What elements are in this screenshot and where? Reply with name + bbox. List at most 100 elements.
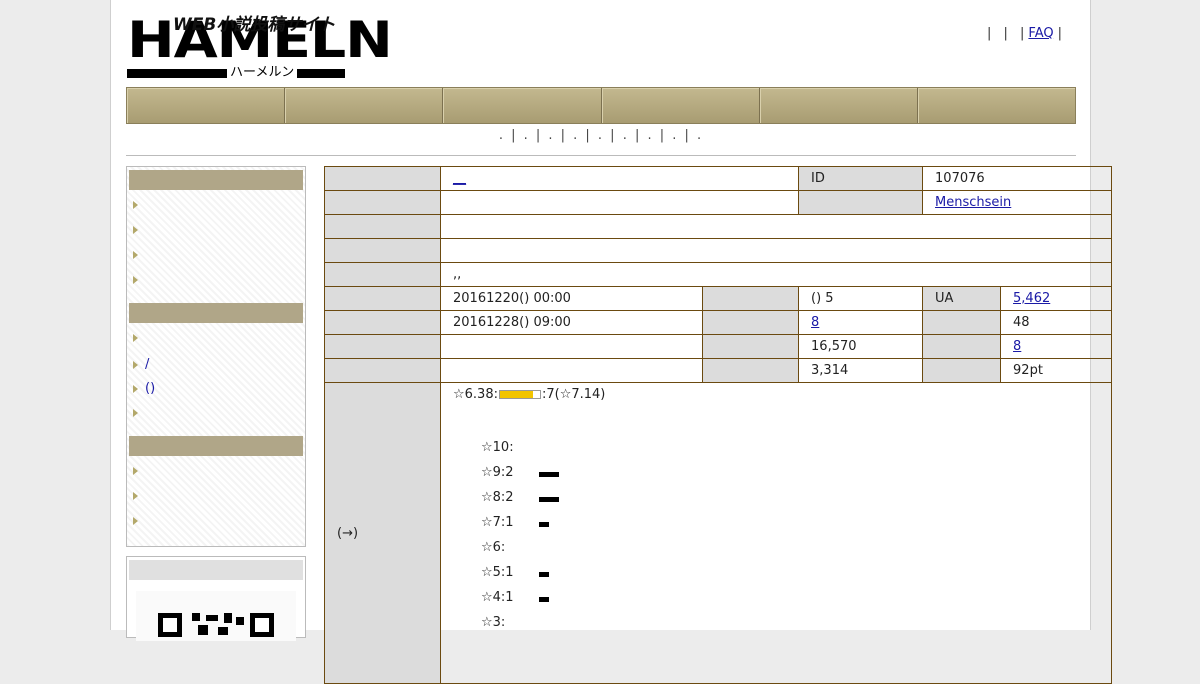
arrow-icon [133,516,138,525]
label-cell [701,310,800,335]
rating-suffix: :7(☆7.14) [541,387,606,402]
value-cell [439,238,1113,263]
arrow-icon [133,466,138,475]
sidebar-item[interactable] [133,247,145,267]
value-cell [439,190,800,215]
arrow-icon [133,408,138,417]
label-cell [922,310,1002,335]
updated-value: 20161228() 09:00 [440,310,703,335]
sidebar: / () [126,166,306,547]
qr-box-header [129,560,303,580]
logo-kana: ハーメルン [227,66,298,80]
sidebar-item-label: / [145,357,150,372]
title-link[interactable]: __ [453,171,466,186]
label-cell [324,190,441,215]
author-cell: Menschsein [922,190,1113,215]
sidebar-item[interactable] [133,513,145,533]
rating-cell: ☆6.38::7(☆7.14) ☆10: ☆9:2 ☆8:2 ☆7:1 ☆6: ☆5:1 ☆… [439,382,1113,684]
label-cell [324,358,441,383]
label-cell [324,214,441,239]
arrow-icon [133,225,138,234]
separator: | [1057,26,1062,41]
favorites-cell: 8 [798,310,924,335]
value-cell [440,334,703,359]
ua-label: UA [922,286,1002,311]
separator: | [986,26,992,41]
label-cell [324,166,441,191]
avg-chars-value: 3,314 [798,358,924,383]
page: HAMELN WEB小説投稿サイト ハーメルン | | | FAQ | . | . … [110,0,1113,684]
arrow-icon [133,250,138,259]
sidebar-item[interactable]: / [133,357,149,377]
faq-link[interactable]: FAQ [1028,26,1053,41]
sidebar-item[interactable] [133,272,145,292]
histogram-label: ☆7:1 [481,515,514,530]
histogram-bar [539,497,559,502]
sidebar-header-2 [129,303,303,323]
favorites-link[interactable]: 8 [811,315,819,330]
site-logo[interactable]: HAMELN WEB小説投稿サイト ハーメルン [127,10,393,80]
label-cell [324,334,441,359]
top-links: | | | FAQ | [983,26,1066,41]
histogram-bar [539,597,549,602]
logo-tagline: WEB小説投稿サイト [173,15,336,35]
sidebar-item[interactable] [133,197,145,217]
title-cell: __ [439,166,800,191]
histogram-bar [539,522,549,527]
histogram-label: ☆5:1 [481,565,514,580]
ua-link[interactable]: 5,462 [1013,291,1050,306]
author-label [798,190,924,215]
sidebar-item[interactable] [133,330,145,350]
histogram-label: ☆4:1 [481,590,514,605]
arrow-icon [133,491,138,500]
separator: | [1020,26,1025,41]
sidebar-item[interactable] [133,488,145,508]
rating-bar [498,390,541,399]
nav-tab-3[interactable] [443,88,602,123]
sidebar-item[interactable] [133,405,145,425]
sidebar-item[interactable]: () [133,381,155,401]
novel-info-table: __ ID 107076 Menschsein ,, 20161220() 00… [324,166,1113,684]
separator: | [1003,26,1008,41]
episodes-value: () 5 [798,286,924,311]
id-label: ID [798,166,924,191]
nav-tab-4[interactable] [602,88,760,123]
reviews-link[interactable]: 8 [1013,339,1021,354]
histogram-label: ☆9:2 [481,465,514,480]
qr-box [126,556,306,641]
author-link[interactable]: Menschsein [935,195,1011,210]
label-cell [701,286,800,311]
histogram-label: ☆8:2 [481,490,514,505]
histogram-bar [539,572,549,577]
id-value: 107076 [922,166,1113,191]
value-cell [439,214,1113,239]
sub-nav[interactable]: . | . | . | . | . | . | . | . | . [126,128,1076,143]
nav-tab-2[interactable] [285,88,444,123]
nav-tab-1[interactable] [127,88,286,123]
rating-histogram: ☆10: ☆9:2 ☆8:2 ☆7:1 ☆6: ☆5:1 ☆4:1 ☆3: [453,402,1111,662]
rating-prefix: ☆6.38: [453,387,498,402]
ua-cell: 5,462 [1000,286,1113,311]
label-cell [922,358,1002,383]
label-cell [701,334,800,359]
main-nav [126,87,1076,124]
reviews-cell: 8 [1000,334,1113,359]
sidebar-header-3 [129,436,303,456]
points-value: 92pt [1000,358,1113,383]
sidebar-item[interactable] [133,463,145,483]
divider [126,155,1076,156]
arrow-icon [133,360,138,369]
arrow-icon [133,384,138,393]
sidebar-header-1 [129,170,303,190]
label-cell [922,334,1002,359]
nav-tab-6[interactable] [918,88,1075,123]
histogram-label: ☆10: [481,440,514,455]
label-cell [701,358,800,383]
sidebar-item[interactable] [133,222,145,242]
label-cell [324,310,441,335]
nav-tab-5[interactable] [760,88,918,123]
label-cell [324,262,441,287]
label-cell [324,238,441,263]
published-value: 20161220() 00:00 [440,286,703,311]
rating-row-label: (→) [324,382,441,684]
